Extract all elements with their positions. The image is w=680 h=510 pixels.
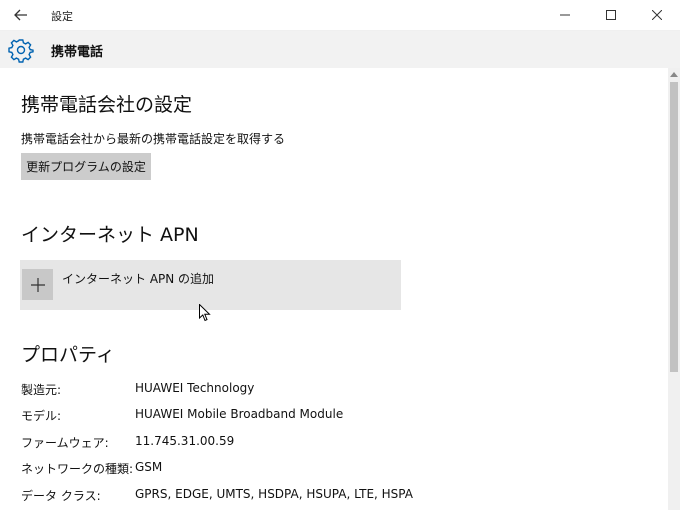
property-key: ネットワークの種類: xyxy=(21,462,134,476)
add-internet-apn-label: インターネット APN の追加 xyxy=(62,272,215,286)
scroll-up-button[interactable] xyxy=(668,68,680,80)
property-value: GSM xyxy=(135,460,163,474)
carrier-settings-heading: 携帯電話会社の設定 xyxy=(21,94,193,116)
window-controls xyxy=(542,0,680,30)
maximize-icon xyxy=(606,10,616,20)
page-title: 携帯電話 xyxy=(51,45,104,60)
title-bar: 設定 xyxy=(0,0,680,31)
property-row-data-class: データ クラス: GPRS, EDGE, UMTS, HSDPA, HSUPA,… xyxy=(21,487,661,505)
property-value: GPRS, EDGE, UMTS, HSDPA, HSUPA, LTE, HSP… xyxy=(135,487,413,501)
property-value: 11.745.31.00.59 xyxy=(135,434,235,448)
back-arrow-icon xyxy=(14,9,27,21)
minimize-button[interactable] xyxy=(542,0,588,30)
vertical-scrollbar[interactable] xyxy=(668,68,680,510)
add-internet-apn-button[interactable]: インターネット APN の追加 xyxy=(20,260,401,310)
close-button[interactable] xyxy=(634,0,680,30)
property-row-model: モデル: HUAWEI Mobile Broadband Module xyxy=(21,407,661,425)
property-key: モデル: xyxy=(21,409,62,423)
carrier-settings-description: 携帯電話会社から最新の携帯電話設定を取得する xyxy=(21,132,286,146)
property-row-network-type: ネットワークの種類: GSM xyxy=(21,460,661,478)
page-header: 携帯電話 xyxy=(0,31,680,68)
back-button[interactable] xyxy=(6,4,36,26)
plus-icon-box xyxy=(22,269,53,300)
property-row-manufacturer: 製造元: HUAWEI Technology xyxy=(21,381,661,399)
property-row-firmware: ファームウェア: 11.745.31.00.59 xyxy=(21,434,661,452)
property-key: ファームウェア: xyxy=(21,436,109,450)
chevron-up-icon xyxy=(670,71,678,77)
property-value: HUAWEI Technology xyxy=(135,381,255,395)
close-icon xyxy=(652,10,662,20)
plus-icon xyxy=(30,277,45,292)
internet-apn-heading: インターネット APN xyxy=(21,224,199,246)
maximize-button[interactable] xyxy=(588,0,634,30)
property-key: データ クラス: xyxy=(21,489,101,503)
scroll-thumb[interactable] xyxy=(670,82,678,372)
settings-content: 携帯電話会社の設定 携帯電話会社から最新の携帯電話設定を取得する 更新プログラム… xyxy=(0,68,668,510)
property-value: HUAWEI Mobile Broadband Module xyxy=(135,407,344,421)
properties-heading: プロパティ xyxy=(21,344,115,366)
update-settings-button[interactable]: 更新プログラムの設定 xyxy=(21,153,151,180)
minimize-icon xyxy=(560,14,570,16)
gear-icon xyxy=(8,39,34,63)
window-title: 設定 xyxy=(51,10,73,23)
property-key: 製造元: xyxy=(21,383,62,397)
mouse-cursor-icon xyxy=(199,304,211,322)
